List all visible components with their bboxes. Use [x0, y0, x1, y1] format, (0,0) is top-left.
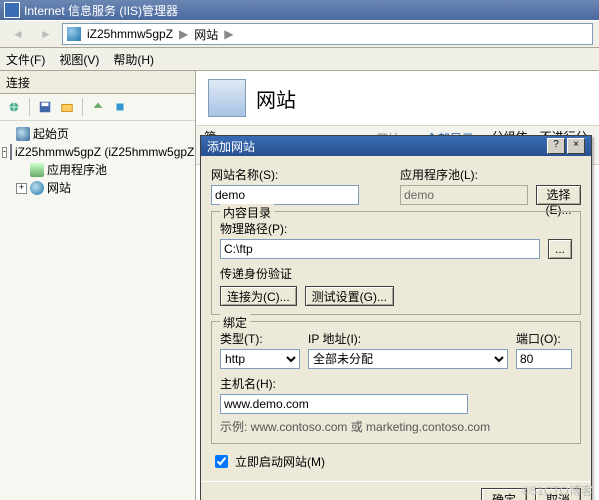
app-icon: [4, 2, 20, 18]
tree-sites[interactable]: + 网站: [2, 179, 193, 197]
menu-view[interactable]: 视图(V): [59, 51, 99, 68]
connect-icon[interactable]: [4, 97, 24, 117]
menu-help[interactable]: 帮助(H): [113, 51, 154, 68]
connections-tree: 起始页 - iZ25hmmw5gpZ (iZ25hmmw5gpZ 应用程序池 +…: [0, 121, 195, 201]
tree-start-page[interactable]: 起始页: [2, 125, 193, 143]
toolbar-sep: [82, 98, 83, 116]
add-website-dialog: 添加网站 ? × 网站名称(S): 应用程序池(L):: [200, 135, 592, 500]
binding-caption: 绑定: [220, 314, 250, 331]
browse-icon[interactable]: [57, 97, 77, 117]
app-pool-icon: [30, 163, 44, 177]
tree-expand-icon[interactable]: +: [16, 183, 27, 194]
app-pool-label: 应用程序池(L):: [400, 166, 581, 183]
connections-header: 连接: [0, 71, 195, 94]
hostname-input[interactable]: [220, 394, 468, 414]
hostname-label: 主机名(H):: [220, 375, 572, 392]
physical-path-label: 物理路径(P):: [220, 220, 572, 237]
nav-forward-button[interactable]: ►: [34, 22, 58, 46]
autostart-check-input[interactable]: [215, 455, 228, 468]
test-settings-button[interactable]: 测试设置(G)...: [305, 286, 394, 306]
start-page-icon: [16, 127, 30, 141]
stop-icon[interactable]: [110, 97, 130, 117]
sites-icon: [30, 181, 44, 195]
content-panel: 网站 筛选: ▾ 🔎 开始(G) ▾ 全部显示(A) | 分组依据: 不进行分组…: [196, 71, 599, 500]
app-title-bar: Internet 信息服务 (IIS)管理器: [0, 0, 599, 20]
dialog-close-button[interactable]: ×: [567, 138, 585, 154]
content-title: 网站: [256, 84, 296, 113]
type-label: 类型(T):: [220, 330, 300, 347]
physical-path-input[interactable]: [220, 239, 540, 259]
connections-toolbar: [0, 94, 195, 121]
tree-collapse-icon[interactable]: -: [2, 147, 7, 158]
ip-select[interactable]: 全部未分配: [308, 349, 508, 369]
dialog-title: 添加网站: [207, 138, 255, 155]
content-dir-caption: 内容目录: [220, 204, 274, 221]
dialog-title-bar[interactable]: 添加网站 ? ×: [201, 136, 591, 156]
menu-file[interactable]: 文件(F): [6, 51, 45, 68]
crumb-server[interactable]: iZ25hmmw5gpZ: [87, 27, 173, 41]
toolbar-sep: [29, 98, 30, 116]
crumb-sep-icon: ▶: [224, 27, 233, 41]
browse-path-button[interactable]: ...: [548, 239, 572, 259]
tree-app-pools[interactable]: 应用程序池: [2, 161, 193, 179]
hostname-example: 示例: www.contoso.com 或 marketing.contoso.…: [220, 418, 572, 435]
connect-as-button[interactable]: 连接为(C)...: [220, 286, 297, 306]
nav-bar: ◄ ► iZ25hmmw5gpZ ▶ 网站 ▶: [0, 20, 599, 48]
address-bar[interactable]: iZ25hmmw5gpZ ▶ 网站 ▶: [62, 23, 593, 45]
globe-icon: [67, 27, 81, 41]
nav-back-button[interactable]: ◄: [6, 22, 30, 46]
autostart-checkbox[interactable]: 立即启动网站(M): [211, 452, 581, 471]
ip-label: IP 地址(I):: [308, 330, 508, 347]
save-icon[interactable]: [35, 97, 55, 117]
watermark: ©51CTO博客: [522, 482, 593, 499]
connections-panel: 连接 起始页 - iZ25hmmw5gpZ (iZ25hmmw5gpZ: [0, 71, 196, 500]
app-title: Internet 信息服务 (IIS)管理器: [24, 2, 178, 19]
app-pool-input: [400, 185, 528, 205]
up-icon[interactable]: [88, 97, 108, 117]
crumb-sep-icon: ▶: [179, 27, 188, 41]
binding-group: 绑定 类型(T): http IP 地址(I): 全部未分配 端口(O):: [211, 321, 581, 444]
port-input[interactable]: [516, 349, 572, 369]
server-icon: [10, 144, 12, 160]
passthrough-auth-label: 传递身份验证: [220, 265, 572, 282]
dialog-help-button[interactable]: ?: [547, 138, 565, 154]
ok-button[interactable]: 确定: [481, 488, 527, 500]
select-pool-button[interactable]: 选择(E)...: [536, 185, 581, 205]
content-dir-group: 内容目录 物理路径(P): ... 传递身份验证 连接为(C)... 测试设置(…: [211, 211, 581, 315]
tree-server[interactable]: - iZ25hmmw5gpZ (iZ25hmmw5gpZ: [2, 143, 193, 161]
site-name-label: 网站名称(S):: [211, 166, 392, 183]
menu-bar: 文件(F) 视图(V) 帮助(H): [0, 48, 599, 71]
type-select[interactable]: http: [220, 349, 300, 369]
content-header: 网站: [196, 71, 599, 125]
site-name-input[interactable]: [211, 185, 359, 205]
crumb-sites[interactable]: 网站: [194, 26, 218, 43]
sites-large-icon: [208, 79, 246, 117]
port-label: 端口(O):: [516, 330, 572, 347]
